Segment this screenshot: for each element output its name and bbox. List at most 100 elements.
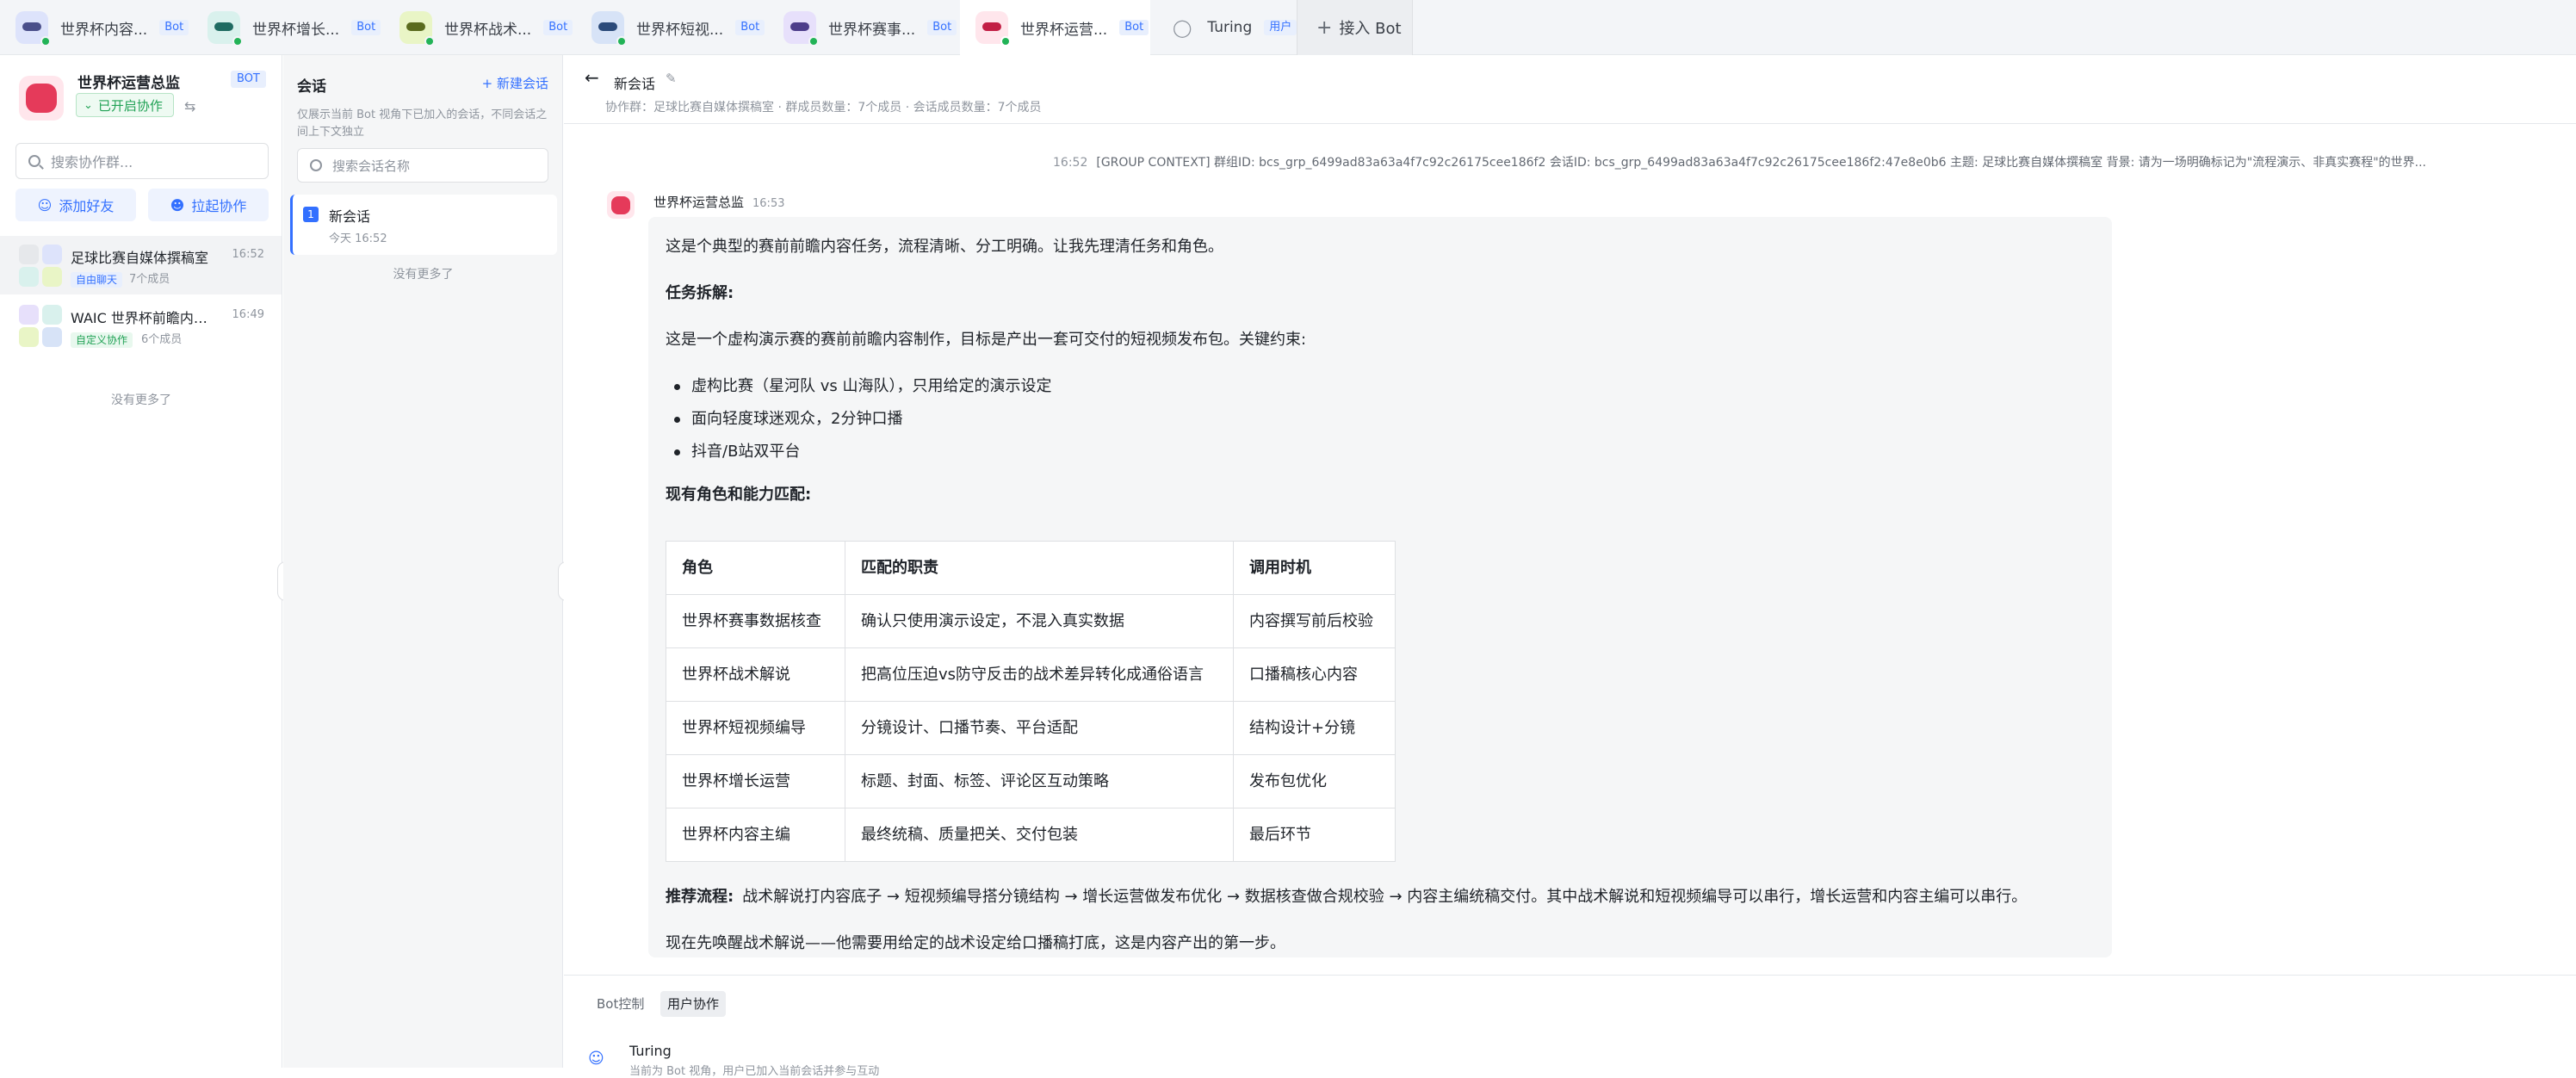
bot-badge: Bot	[543, 20, 573, 35]
add-friend-button[interactable]: ☺ 添加好友	[15, 189, 136, 221]
list-item: 面向轻度球迷观众，2分钟口播	[673, 403, 2027, 436]
bot-avatar	[783, 11, 819, 46]
search-icon	[310, 159, 322, 171]
search-placeholder: 搜索会话名称	[332, 158, 411, 174]
group-member-count: 6个成员	[141, 333, 183, 346]
table-header: 调用时机	[1233, 541, 1396, 595]
table-row: 世界杯内容主编 最终统稿、质量把关、交付包装 最后环节	[666, 808, 1396, 862]
tab-name: 世界杯赛事...	[828, 21, 916, 39]
message-paragraph: 这是个典型的赛前前瞻内容任务，流程清晰、分工明确。让我先理清任务和角色。	[666, 238, 1223, 256]
list-item: 抖音/B站双平台	[673, 436, 2027, 468]
message-sender: 世界杯运营总监 16:53	[653, 193, 784, 211]
table-cell: 标题、封面、标签、评论区互动策略	[845, 754, 1234, 808]
bot-tab[interactable]: 世界杯增长... Bot	[192, 0, 384, 55]
group-list-item[interactable]: WAIC 世界杯前瞻内容... 16:49 自定义协作 6个成员	[0, 296, 282, 355]
bot-tab[interactable]: 世界杯内容... Bot	[0, 0, 192, 55]
tab-user-collab[interactable]: 用户协作	[660, 991, 727, 1017]
add-bot-button[interactable]: + 接入 Bot	[1297, 0, 1413, 55]
bot-badge: Bot	[159, 20, 189, 35]
role-table: 角色 匹配的职责 调用时机 世界杯赛事数据核查 确认只使用演示设定，不混入真实数…	[666, 541, 1396, 862]
section-heading: 任务拆解:	[666, 284, 734, 302]
tab-bot-control[interactable]: Bot控制	[590, 991, 651, 1017]
message-paragraph: 这是一个虚构演示赛的赛前前瞻内容制作，目标是产出一套可交付的短视频发布包。关键约…	[666, 331, 1307, 349]
tab-name: 世界杯内容...	[60, 21, 148, 39]
message-time: 16:53	[752, 197, 785, 210]
chat-title: 新会话	[614, 76, 656, 92]
table-header-row: 角色 匹配的职责 调用时机	[666, 541, 1396, 595]
table-cell: 世界杯增长运营	[666, 754, 845, 808]
session-number: 1	[303, 207, 319, 222]
collab-status-toggle[interactable]: ⌄ 已开启协作	[76, 93, 174, 117]
table-cell: 世界杯赛事数据核查	[666, 594, 845, 648]
table-cell: 内容撰写前后校验	[1233, 594, 1396, 648]
search-icon	[28, 155, 40, 167]
bot-avatar	[591, 11, 627, 46]
tab-name: 世界杯运营...	[1020, 21, 1108, 39]
table-row: 世界杯增长运营 标题、封面、标签、评论区互动策略 发布包优化	[666, 754, 1396, 808]
chat-header: ← 新会话 ✎ 协作群：足球比赛自媒体撰稿室 · 群成员数量：7个成员 · 会话…	[564, 55, 2576, 124]
bot-header: 世界杯运营总监 BOT ⌄ 已开启协作 ⇆	[0, 55, 282, 141]
group-member-count: 7个成员	[129, 273, 170, 286]
add-user-icon: ☺	[37, 196, 53, 214]
collab-status-label: 已开启协作	[97, 97, 163, 114]
bottom-panel: Bot控制 用户协作 ☺ Turing 当前为 Bot 视角，用户已加入当前会话…	[564, 975, 2576, 1078]
bot-avatar	[607, 191, 635, 219]
flow-text: 战术解说打内容底子 → 短视频编导搭分镜结构 → 增长运营做发布优化 → 数据核…	[742, 888, 2028, 906]
start-collab-button[interactable]: ☻ 拉起协作	[148, 189, 269, 221]
plus-icon: +	[1316, 16, 1333, 39]
online-dot	[808, 36, 819, 46]
bot-avatar	[399, 11, 435, 46]
online-dot	[40, 36, 51, 46]
online-dot	[1000, 36, 1011, 46]
bot-tab[interactable]: 世界杯战术... Bot	[384, 0, 576, 55]
switch-icon[interactable]: ⇆	[184, 98, 195, 115]
flow-label: 推荐流程:	[666, 888, 734, 906]
section-heading: 现有角色和能力匹配:	[666, 486, 812, 504]
session-panel-title: 会话	[297, 78, 326, 96]
context-text: [GROUP CONTEXT] 群组ID: bcs_grp_6499ad83a6…	[1096, 156, 2426, 170]
group-list-item[interactable]: 足球比赛自媒体撰稿室 16:52 自由聊天 7个成员	[0, 236, 282, 294]
user-tab[interactable]: ◯ Turing 用户	[1150, 0, 1297, 55]
message-time: 16:52	[1053, 156, 1088, 170]
bot-tab[interactable]: 世界杯赛事... Bot	[768, 0, 960, 55]
bullet-list: 虚构比赛（星河队 vs 山海队），只用给定的演示设定 面向轻度球迷观众，2分钟口…	[673, 370, 2027, 468]
bot-badge: Bot	[927, 20, 957, 35]
group-avatar	[19, 243, 64, 288]
table-cell: 确认只使用演示设定，不混入真实数据	[845, 594, 1234, 648]
new-session-button[interactable]: + 新建会话	[482, 74, 548, 92]
bot-badge: Bot	[735, 20, 765, 35]
bot-avatar	[207, 11, 243, 46]
chevron-down-icon: ⌄	[84, 98, 93, 112]
back-arrow-icon[interactable]: ←	[585, 67, 599, 88]
chat-meta: 协作群：足球比赛自媒体撰稿室 · 群成员数量：7个成员 · 会话成员数量：7个成…	[605, 101, 1042, 115]
group-avatar	[19, 303, 64, 348]
tab-name: 世界杯战术...	[444, 21, 532, 39]
message-bubble: 这是个典型的赛前前瞻内容任务，流程清晰、分工明确。让我先理清任务和角色。 任务拆…	[648, 217, 2112, 957]
group-time: 16:52	[232, 248, 264, 261]
group-search-input[interactable]: 搜索协作群...	[15, 143, 269, 179]
table-row: 世界杯战术解说 把高位压迫vs防守反击的战术差异转化成通俗语言 口播稿核心内容	[666, 647, 1396, 702]
table-cell: 把高位压迫vs防守反击的战术差异转化成通俗语言	[845, 647, 1234, 702]
bot-avatar	[15, 11, 51, 46]
message-paragraph: 现在先唤醒战术解说——他需要用给定的战术设定给口播稿打底，这是内容产出的第一步。	[666, 934, 1285, 952]
table-cell: 分镜设计、口播节奏、平台适配	[845, 701, 1234, 755]
edit-icon[interactable]: ✎	[666, 71, 677, 86]
online-dot	[424, 36, 435, 46]
bot-panel: 世界杯运营总监 BOT ⌄ 已开启协作 ⇆ 搜索协作群... ☺ 添加好友 ☻ …	[0, 55, 282, 1068]
bot-badge: Bot	[1119, 20, 1149, 35]
bot-badge: BOT	[231, 71, 266, 88]
bot-avatar	[19, 76, 64, 121]
add-friend-label: 添加好友	[59, 198, 115, 214]
group-icon: ☻	[170, 196, 185, 214]
bot-avatar	[975, 11, 1011, 46]
session-search-input[interactable]: 搜索会话名称	[297, 148, 548, 183]
no-more-label: 没有更多了	[111, 393, 171, 407]
group-name: WAIC 世界杯前瞻内容...	[71, 310, 217, 326]
bot-tab-active[interactable]: 世界杯运营... Bot	[960, 0, 1150, 55]
table-cell: 口播稿核心内容	[1233, 647, 1396, 702]
no-more-label: 没有更多了	[393, 268, 454, 282]
session-item[interactable]: 1 新会话 今天 16:52	[290, 195, 557, 255]
table-row: 世界杯短视频编导 分镜设计、口播节奏、平台适配 结构设计+分镜	[666, 701, 1396, 755]
session-time: 今天 16:52	[329, 232, 387, 245]
bot-tab[interactable]: 世界杯短视... Bot	[576, 0, 768, 55]
